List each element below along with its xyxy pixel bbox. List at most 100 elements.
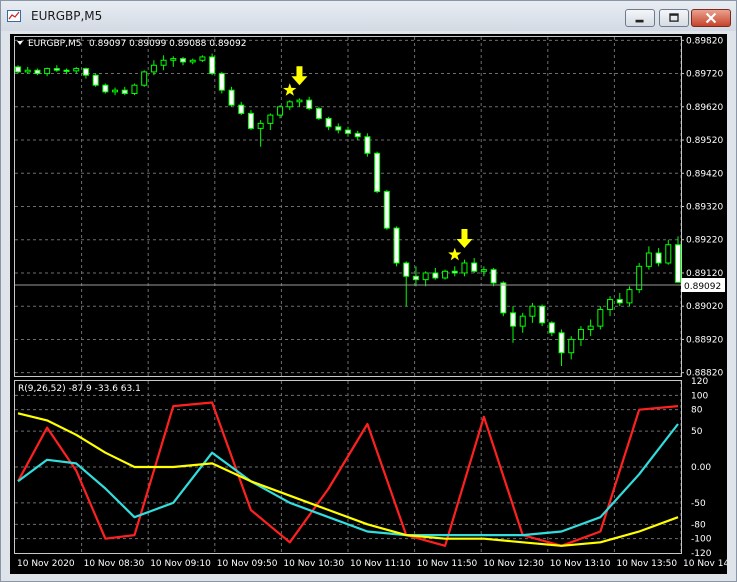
candle-body-down	[180, 58, 186, 63]
candle-body-up	[286, 101, 293, 108]
candle-body-up	[577, 328, 584, 340]
candle-body-up	[112, 89, 119, 93]
candle-body-up	[636, 265, 643, 291]
time-tick-label: 10 Nov 13:10	[550, 559, 611, 569]
candle-body-up	[665, 244, 672, 264]
candle-body-up	[568, 338, 575, 354]
symbol-dropdown-icon[interactable]	[17, 41, 23, 45]
price-tick-label: 0.88920	[686, 335, 723, 345]
price-tick-label: 0.89520	[686, 136, 723, 146]
candle-body-up	[150, 64, 157, 73]
indicator-tick-label: 80	[691, 406, 703, 416]
indicator-tick-label: 0.00	[691, 463, 711, 473]
candle-body-down	[675, 244, 681, 283]
candle-body-down	[412, 275, 419, 281]
candle-body-up	[24, 69, 31, 73]
candle-body-down	[15, 66, 21, 73]
signal-star-icon	[448, 247, 462, 261]
candle-body-up	[277, 106, 284, 116]
candle-body-down	[364, 136, 371, 154]
indicator-tick-label: -120	[691, 549, 712, 559]
candle-body-down	[432, 272, 439, 279]
price-tick-label: 0.89620	[686, 103, 723, 113]
candle-body-down	[451, 270, 458, 274]
candle-body-up	[645, 252, 652, 267]
candle-body-up	[422, 272, 429, 281]
chart-area[interactable]: 0.89820 0.89720 0.89620 0.89520 0.89420 0.893…	[10, 34, 737, 574]
candle-body-down	[403, 262, 410, 277]
candle-body-down	[325, 117, 332, 128]
price-tick-label: 0.89320	[686, 203, 723, 213]
candle-body-down	[53, 68, 60, 71]
candle-body-down	[82, 68, 89, 76]
candle-body-down	[121, 89, 128, 95]
candle-body-down	[102, 84, 109, 93]
candle-body-up	[131, 84, 138, 95]
signal-arrow-down-icon	[456, 229, 473, 249]
chart-window: EURGBP,M5 0.89820 0.89720 0.89620 0.89520 0.…	[0, 0, 737, 582]
indicator-tick-label: -50	[691, 499, 706, 509]
close-icon	[705, 12, 717, 24]
candle-body-down	[238, 104, 245, 114]
candle-body-down	[393, 227, 400, 264]
indicator-tick-label: 120	[691, 377, 708, 387]
current-price-label: 0.89092	[684, 282, 721, 292]
candle-body-up	[626, 289, 633, 304]
candle-body-down	[374, 152, 381, 193]
time-tick-label: 10 Nov 10:30	[283, 559, 344, 569]
candle-body-up	[189, 59, 196, 63]
time-tick-label: 10 Nov 11:10	[350, 559, 411, 569]
candle-body-down	[558, 332, 565, 354]
time-tick-label: 10 Nov 11:50	[417, 559, 478, 569]
candle-body-up	[607, 299, 614, 311]
time-axis: 10 Nov 2020 10 Nov 08:30 10 Nov 09:10 10 No…	[17, 559, 737, 569]
price-tick-label: 0.89020	[686, 302, 723, 312]
candle-body-down	[335, 126, 342, 131]
signal-star-icon	[283, 83, 297, 96]
maximize-button[interactable]	[659, 9, 689, 27]
time-tick-label: 10 Nov 12:30	[483, 559, 544, 569]
candle-body-up	[461, 262, 468, 274]
candle-body-down	[345, 129, 351, 134]
price-axis: 0.89820 0.89720 0.89620 0.89520 0.89420 0.893…	[681, 36, 723, 379]
time-tick-label: 10 Nov 09:50	[217, 559, 278, 569]
indicator-axis: 120 100 80 50 0.00 -50 -80 -100 -120	[691, 377, 712, 559]
candle-body-down	[315, 107, 322, 119]
candle-body-down	[471, 262, 478, 272]
candle-body-up	[199, 56, 206, 61]
candle-body-up	[587, 325, 594, 330]
minimize-button[interactable]	[625, 9, 655, 27]
candle-body-down	[306, 99, 313, 109]
indicator-tick-label: -100	[691, 535, 712, 545]
close-button[interactable]	[691, 9, 731, 27]
candle-body-up	[160, 59, 167, 66]
candle-body-up	[480, 269, 487, 272]
time-tick-label: 10 Nov 08:30	[84, 559, 145, 569]
candle-body-down	[92, 74, 99, 86]
candle-body-down	[354, 132, 361, 138]
time-tick-label: 10 Nov 09:10	[150, 559, 211, 569]
candle-body-down	[34, 69, 41, 75]
signal-arrow-down-icon	[291, 66, 308, 86]
candle-body-down	[228, 89, 235, 106]
candle-body-down	[209, 56, 216, 75]
candle-body-down	[247, 112, 254, 129]
chart-grid	[15, 37, 682, 553]
indicator-tick-label: -80	[691, 520, 706, 530]
time-tick-label: 10 Nov 14:30	[683, 559, 727, 569]
time-tick-label: 10 Nov 13:50	[616, 559, 677, 569]
symbol-label: EURGBP,M5	[28, 39, 81, 49]
candle-body-up	[44, 68, 51, 75]
indicator-tick-label: 50	[691, 427, 703, 437]
candle-body-up	[529, 305, 536, 317]
candle-body-up	[141, 71, 148, 86]
ohlc-label: 0.89097 0.89099 0.89088 0.89092	[89, 39, 246, 49]
maximize-icon	[669, 13, 679, 22]
candle-body-up	[257, 122, 264, 129]
price-tick-label: 0.89120	[686, 269, 723, 279]
title-bar[interactable]: EURGBP,M5	[1, 1, 736, 31]
candle-body-up	[296, 99, 303, 103]
candle-body-down	[655, 252, 662, 264]
price-tick-label: 0.89820	[686, 36, 723, 46]
chart-canvas[interactable]: 0.89820 0.89720 0.89620 0.89520 0.89420 0.893…	[10, 34, 737, 574]
